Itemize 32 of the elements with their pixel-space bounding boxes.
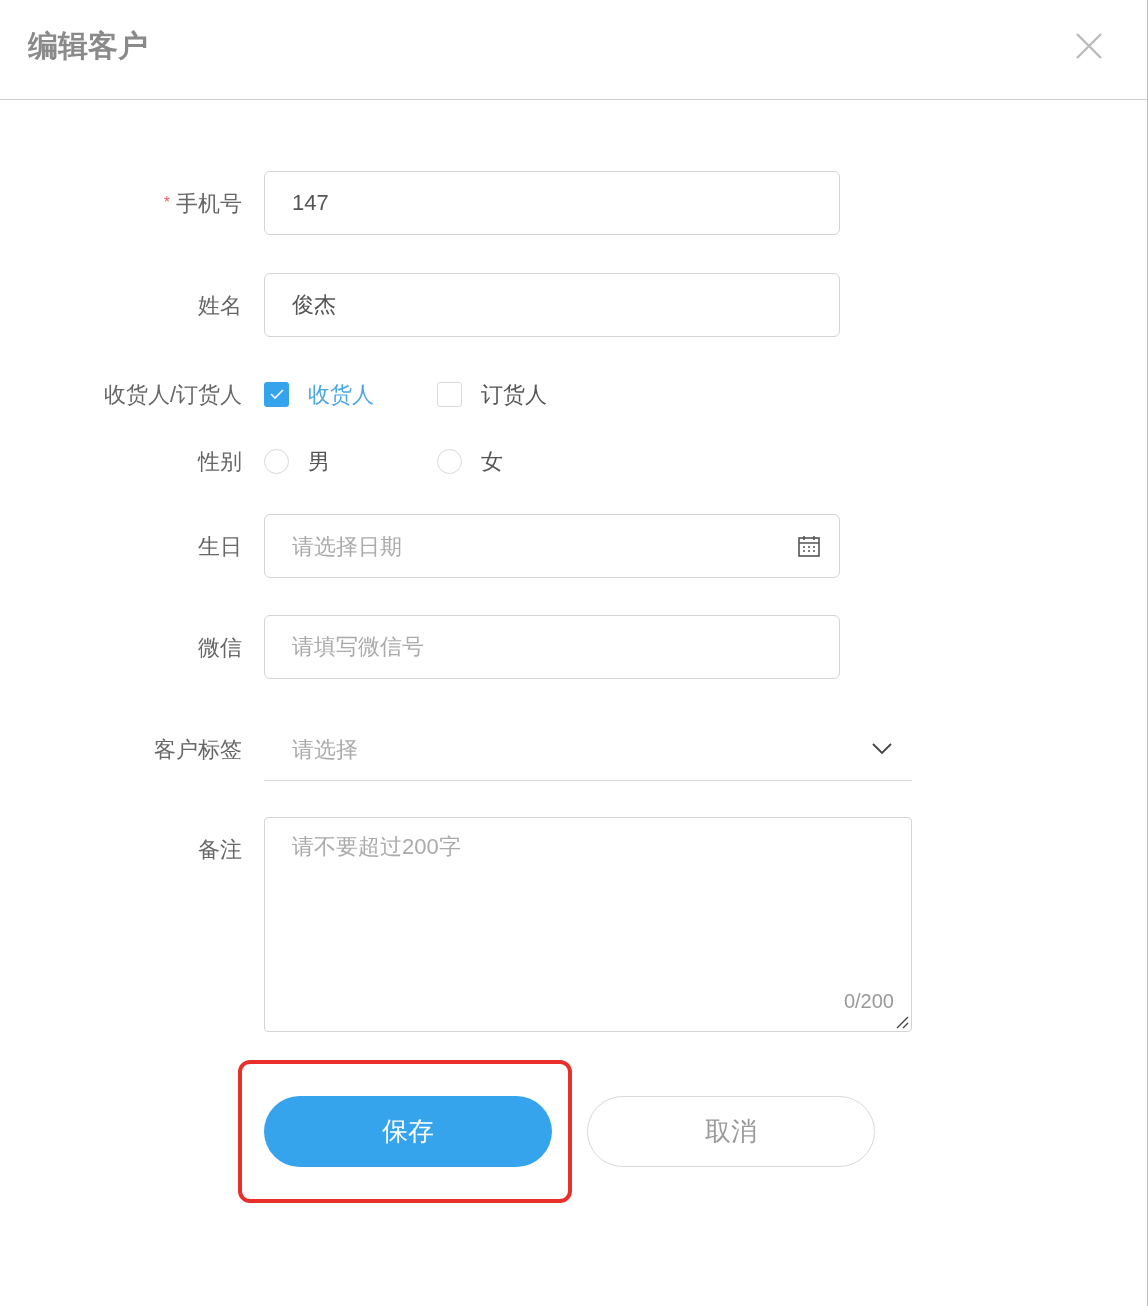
checkbox-label[interactable]: 收货人 <box>308 377 374 411</box>
field-label: 客户标签 <box>154 736 242 764</box>
field-label: 微信 <box>198 633 242 662</box>
required-mark: * <box>163 192 170 213</box>
date-field[interactable]: 请选择日期 <box>264 514 840 578</box>
text-field[interactable]: 请填写微信号 <box>264 615 840 679</box>
checkbox-label[interactable]: 订货人 <box>481 377 547 411</box>
radio-button[interactable] <box>264 448 289 474</box>
tag-select[interactable]: 请选择 <box>264 718 912 781</box>
radio-label[interactable]: 男 <box>308 444 330 478</box>
radio-label[interactable]: 女 <box>481 444 503 478</box>
chevron-down-icon <box>872 743 892 755</box>
field-label: 性别 <box>198 447 242 476</box>
calendar-icon <box>797 534 821 558</box>
cancel-button[interactable]: 取消 <box>587 1096 875 1167</box>
check-icon <box>269 389 284 399</box>
field-label: 生日 <box>198 532 242 561</box>
close-icon[interactable] <box>1075 31 1103 60</box>
text-field[interactable]: 147 <box>264 171 840 235</box>
save-button[interactable]: 保存 <box>264 1096 552 1167</box>
resize-grip-icon[interactable] <box>895 1015 909 1029</box>
remarks-field[interactable]: 请不要超过200字 0/200 <box>264 817 912 1032</box>
checkbox[interactable] <box>437 381 462 407</box>
text-field[interactable]: 俊杰 <box>264 273 840 337</box>
field-label: 手机号 <box>176 189 242 218</box>
field-label: 姓名 <box>198 291 242 320</box>
field-label: 收货人/订货人 <box>103 380 242 409</box>
character-counter: 0/200 <box>843 989 894 1014</box>
checkbox[interactable] <box>264 381 289 407</box>
dialog-title: 编辑客户 <box>28 28 148 64</box>
field-label: 备注 <box>198 836 242 864</box>
radio-button[interactable] <box>437 448 462 474</box>
